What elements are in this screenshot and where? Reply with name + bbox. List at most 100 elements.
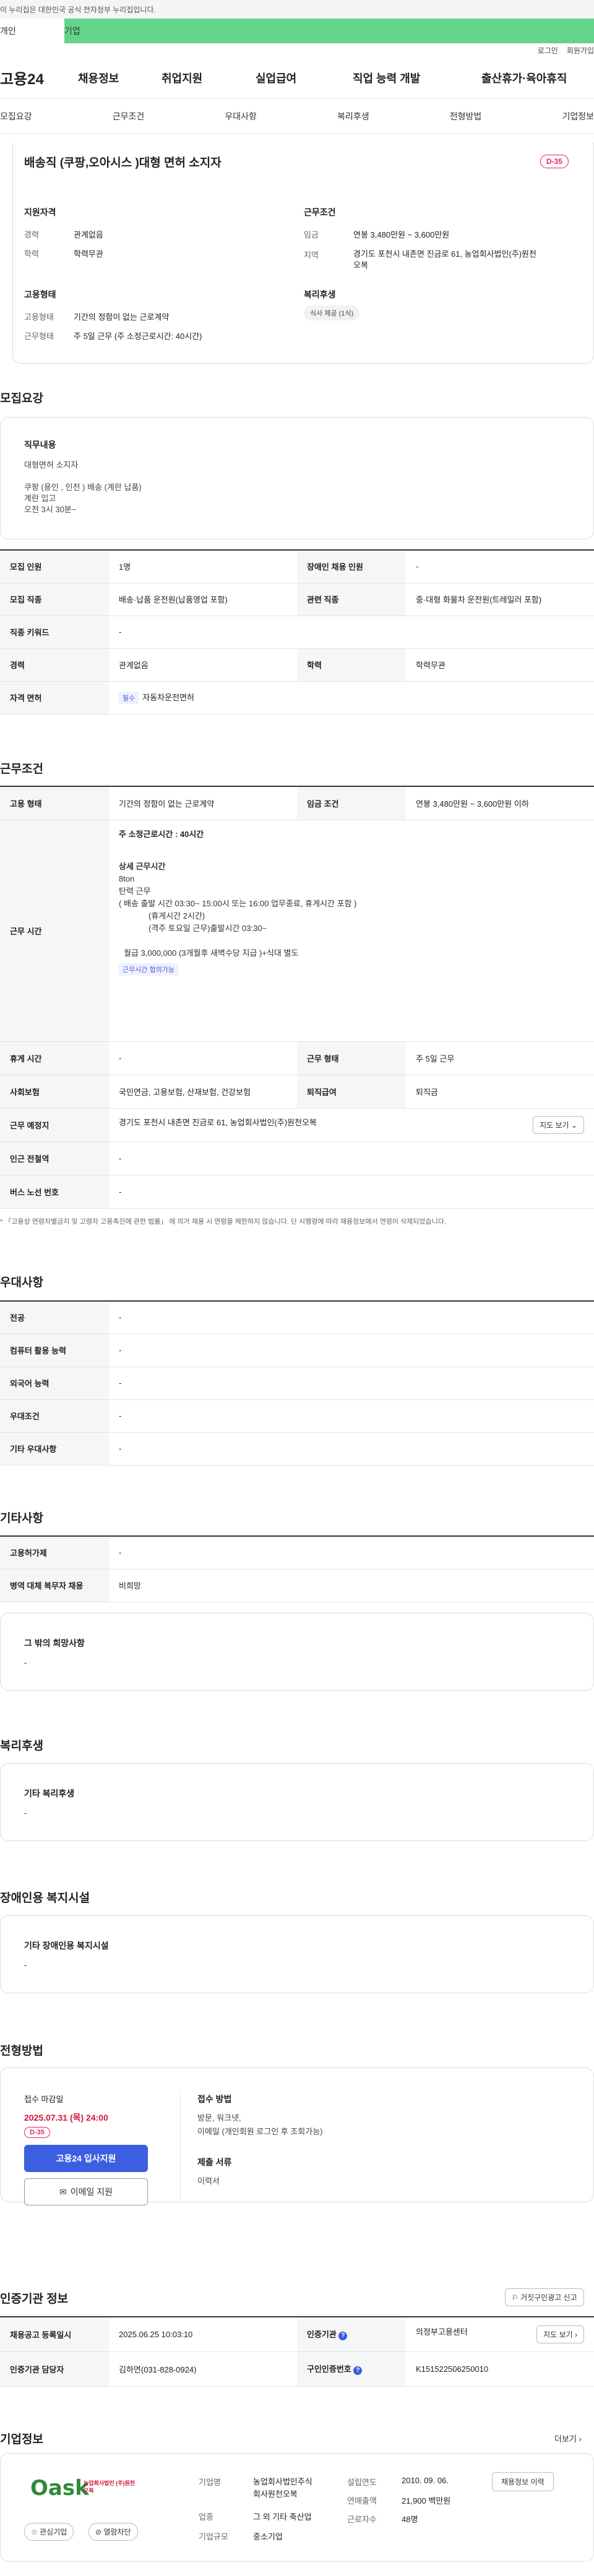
cert-map-button[interactable]: 지도 보기 ›: [536, 2325, 584, 2343]
insurance-value: 국민연금, 고용보험, 산재보험, 건강보험: [109, 1075, 297, 1109]
emp-form-label: 고용 형태: [0, 786, 109, 820]
headcount-value: 1명: [109, 550, 297, 583]
company-size-value: 중소기업: [253, 2532, 283, 2541]
disabled-facility-box: 기타 장애인용 복지시설 -: [0, 1915, 594, 1993]
map-button-label: 지도 보기: [540, 1120, 569, 1130]
nav-jobs[interactable]: 채용정보: [78, 70, 161, 86]
join-link[interactable]: 회원가입: [567, 45, 594, 56]
break-label: 휴게 시간: [0, 1041, 109, 1075]
apply-button[interactable]: 고용24 입사지원: [24, 2145, 148, 2172]
required-tag: 필수: [119, 692, 139, 704]
cert-id-label-text: 구인인증번호: [307, 2364, 351, 2374]
company-box: Oask 농업회사법인 (주)원천오복 ☆ 관심기업 ⊘ 열람차단 기업명 농업…: [0, 2453, 594, 2562]
work-form-value: 주 5일 근무: [406, 1041, 594, 1075]
anchor-workcond[interactable]: 근무조건: [113, 110, 145, 122]
job-line: 계란 입고: [24, 494, 56, 503]
recruit-table: 모집 인원 1명 장애인 채용 인원 - 모집 직종 배송·납품 운전원(납품영…: [0, 549, 594, 715]
employees-value: 48명: [402, 2515, 418, 2524]
nav-parental-leave[interactable]: 출산휴가·육아휴직: [481, 70, 581, 86]
edu-value: 학력무관: [74, 249, 103, 259]
military-alt-label: 병역 대체 복무자 채용: [0, 1569, 109, 1602]
bus-label: 버스 노선 번호: [0, 1175, 109, 1209]
main-nav: 채용정보 취업지원 실업급여 직업 능력 개발 출산휴가·육아휴직: [78, 70, 594, 86]
wage-value: 연봉 3,480만원 ~ 3,600만원: [353, 230, 450, 239]
hours-line: ( 배송 출발 시간 03:30~ 15:00시 또는 16:00 업무종료, …: [119, 898, 357, 908]
emp-form-value: 기간의 정함이 없는 근로계약: [109, 786, 297, 820]
favorite-company-button[interactable]: ☆ 관심기업: [24, 2523, 74, 2541]
qualification-heading: 지원자격: [24, 207, 56, 217]
cert-org-label-text: 인증기관: [307, 2330, 337, 2340]
education-value: 학력무관: [406, 648, 594, 682]
info-icon[interactable]: ?: [353, 2366, 363, 2375]
exp-value: 관계없음: [74, 230, 103, 239]
anchor-selection[interactable]: 전형방법: [450, 110, 482, 122]
selection-dday-badge: D-35: [24, 2127, 50, 2138]
anchor-recruit[interactable]: 모집요강: [0, 110, 32, 122]
method-line: 이메일 (개인회원 로그인 후 조회가능): [197, 2127, 323, 2136]
tab-individual[interactable]: 개인: [0, 19, 64, 43]
company-name-label: 기업명: [199, 2478, 221, 2487]
employment-form-heading: 고용형태: [24, 290, 56, 299]
disabled-facility-heading: 장애인용 복지시설: [0, 1892, 90, 1905]
block-icon: ⊘: [95, 2528, 102, 2536]
nav-unemployment-benefit[interactable]: 실업급여: [256, 70, 353, 86]
chevron-down-icon: ⌄: [570, 1120, 577, 1130]
company-more-link[interactable]: 더보기 ›: [554, 2432, 582, 2444]
nav-vocational-training[interactable]: 직업 능력 개발: [353, 70, 481, 86]
nav-employment-support[interactable]: 취업지원: [161, 70, 256, 86]
email-apply-button[interactable]: ✉ 이메일 지원: [24, 2178, 148, 2205]
wage-cond-value: 연봉 3,480만원 ~ 3,600만원 이하: [406, 786, 594, 820]
workplace-cell: 경기도 포천시 내촌면 진금로 61, 농업회사법인(주)원천오복 지도 보기 …: [109, 1108, 594, 1142]
site-logo[interactable]: 고용24: [0, 67, 78, 88]
gov-notice-bar: 이 누리집은 대한민국 공식 전자정부 누리집입니다.: [0, 0, 594, 19]
industry-value: 그 외 기타 축산업: [253, 2512, 312, 2522]
report-fake-ad-button[interactable]: ⚐ 거짓구인광고 신고: [505, 2288, 584, 2306]
wage-label: 임금: [304, 230, 319, 239]
company-heading: 기업정보: [0, 2433, 43, 2446]
job-history-button[interactable]: 채용정보 이력: [492, 2472, 554, 2491]
block-view-button[interactable]: ⊘ 열람차단: [88, 2523, 138, 2541]
employees-label: 근로자수: [347, 2515, 377, 2524]
company-logo-text: Oask: [30, 2476, 89, 2501]
prefer-label: 컴퓨터 활용 능력: [0, 1334, 109, 1367]
company-logo: Oask 농업회사법인 (주)원천오복: [30, 2476, 142, 2513]
reg-date-label: 채용공고 등록일시: [0, 2317, 109, 2352]
weekly-hours-text: 주 소정근로시간 : 40시간: [119, 829, 204, 839]
condition-heading: 근무조건: [304, 207, 336, 217]
block-label: 열람차단: [103, 2528, 131, 2536]
chevron-right-icon: ›: [575, 2330, 577, 2339]
report-icon: ⚐: [512, 2293, 519, 2302]
anchor-company[interactable]: 기업정보: [562, 110, 594, 122]
tab-individual-label: 개인: [0, 26, 16, 36]
work-type-label: 근무형태: [24, 332, 54, 341]
disabled-facility-title: 기타 장애인용 복지시설: [24, 1941, 109, 1951]
method-value: 방문, 워크넷, 이메일 (개인회원 로그인 후 조회가능): [197, 2111, 323, 2139]
region-label: 지역: [304, 251, 319, 260]
job-description-box: 직무내용 대형면허 소지자 쿠팡 (용인 , 인천 ) 배송 (계란 납품) 계…: [0, 417, 594, 539]
retirement-value: 퇴직금: [406, 1075, 594, 1109]
region-line-1: 경기도 포천시 내촌면 진금로 61, 농업회사법인(주)원천: [353, 249, 536, 259]
weekly-hours: 주 소정근로시간 : 40시간: [119, 828, 584, 839]
occupation-label: 모집 직종: [0, 583, 109, 616]
info-icon[interactable]: ?: [338, 2332, 348, 2341]
anchor-welfare[interactable]: 복리후생: [337, 110, 369, 122]
workcond-heading: 근무조건: [0, 763, 43, 776]
anchor-prefer[interactable]: 우대사항: [225, 110, 257, 122]
tab-company[interactable]: 기업: [64, 19, 594, 43]
method-label: 접수 방법: [197, 2094, 232, 2104]
other-heading: 기타사항: [0, 1512, 43, 1525]
other-wishes-title: 그 밖의 희망사항: [24, 1638, 85, 1648]
deadline-value: 2025.07.31 (목) 24:00: [24, 2113, 108, 2123]
military-alt-value: 비희망: [109, 1569, 594, 1602]
welfare-tag: 식사 제공 (1식): [304, 306, 360, 320]
exp-label: 경력: [24, 230, 39, 239]
welfare-box-value: -: [24, 1808, 27, 1818]
map-button[interactable]: 지도 보기 ⌄: [533, 1115, 584, 1134]
emp-type-label: 고용형태: [24, 312, 54, 322]
login-link[interactable]: 로그인: [538, 45, 558, 56]
insurance-label: 사회보험: [0, 1075, 109, 1109]
company-more-label: 더보기: [554, 2434, 577, 2444]
member-type-bar: 개인 기업: [0, 19, 594, 43]
selection-box: 접수 마감일 2025.07.31 (목) 24:00 D-35 고용24 입사…: [0, 2067, 594, 2205]
prefer-heading: 우대사항: [0, 1276, 43, 1289]
